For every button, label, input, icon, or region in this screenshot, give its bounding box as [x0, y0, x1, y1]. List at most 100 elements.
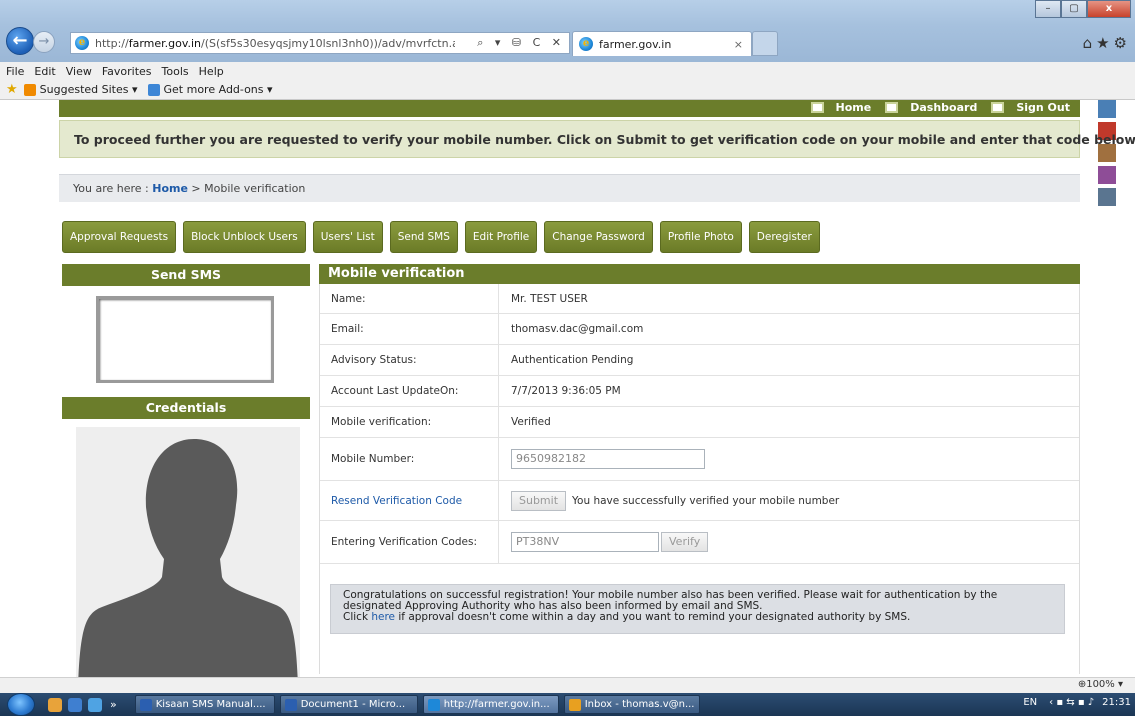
- tab-close-icon[interactable]: ×: [734, 38, 743, 51]
- row-label: Account Last UpdateOn:: [320, 376, 499, 406]
- row-value: Mr. TEST USER: [511, 292, 588, 305]
- breadcrumb-home-link[interactable]: Home: [152, 182, 188, 195]
- mobile-number-label: Mobile Number:: [320, 438, 499, 480]
- verification-code-field[interactable]: PT38NV: [511, 532, 659, 552]
- home-icon: [810, 102, 824, 113]
- send-sms-box[interactable]: [96, 296, 274, 383]
- table-row: Mobile verification: Verified: [320, 407, 1079, 438]
- favorites-star-icon[interactable]: ★: [6, 82, 18, 97]
- menu-tools[interactable]: Tools: [162, 65, 189, 78]
- task-document1[interactable]: Document1 - Micro...: [279, 695, 418, 714]
- chrome-quicklaunch-icon[interactable]: [48, 697, 62, 712]
- row-value: Verified: [511, 416, 551, 428]
- table-row: Account Last UpdateOn: 7/7/2013 9:36:05 …: [320, 376, 1079, 407]
- send-sms-button[interactable]: Send SMS: [389, 221, 458, 253]
- status-bar: ⊕100% ▾: [0, 677, 1135, 693]
- tab-title: farmer.gov.in: [599, 37, 672, 51]
- task-ie-farmer[interactable]: http://farmer.gov.in...: [422, 695, 559, 714]
- details-table: Name: Mr. TEST USER Email: thomasv.dac@g…: [319, 284, 1080, 674]
- favorites-star-icon[interactable]: ★: [1096, 34, 1113, 52]
- menu-favorites[interactable]: Favorites: [102, 65, 152, 78]
- theme-swatch[interactable]: [1098, 166, 1116, 184]
- ie-icon: [427, 698, 440, 711]
- menu-edit[interactable]: Edit: [34, 65, 55, 78]
- dashboard-icon: [885, 102, 899, 113]
- deregister-button[interactable]: Deregister: [748, 221, 820, 253]
- resend-verification-link[interactable]: Resend Verification Code: [331, 495, 462, 507]
- address-tools[interactable]: ⌕ ▾ ⛁ C ✕: [477, 36, 565, 50]
- suggested-sites-link[interactable]: Suggested Sites ▾: [23, 83, 138, 96]
- approval-requests-button[interactable]: Approval Requests: [62, 221, 177, 253]
- get-addons-link[interactable]: Get more Add-ons ▾: [147, 83, 273, 96]
- explorer-quicklaunch-icon[interactable]: [68, 697, 82, 712]
- theme-swatches: [1098, 100, 1116, 210]
- row-label: Mobile verification:: [320, 407, 499, 437]
- mobile-number-field[interactable]: 9650982182: [511, 449, 705, 469]
- new-tab-button[interactable]: [752, 31, 778, 56]
- table-row: Name: Mr. TEST USER: [320, 284, 1079, 314]
- menu-file[interactable]: File: [6, 65, 24, 78]
- panel-title: Mobile verification: [319, 264, 1080, 284]
- send-sms-heading: Send SMS: [62, 264, 310, 286]
- windows-taskbar: » Kisaan SMS Manual.... Document1 - Micr…: [0, 693, 1135, 716]
- task-kisaan-manual[interactable]: Kisaan SMS Manual....: [134, 695, 275, 714]
- clock[interactable]: 21:31: [1102, 697, 1131, 708]
- language-indicator[interactable]: EN: [1023, 697, 1037, 708]
- row-label: Advisory Status:: [320, 345, 499, 375]
- tray-icons[interactable]: ‹ ▪ ⇆ ▪ ♪: [1049, 697, 1094, 708]
- left-column: Send SMS Credentials: [62, 264, 310, 677]
- edit-profile-button[interactable]: Edit Profile: [464, 221, 538, 253]
- zoom-icon: ⊕: [1077, 679, 1087, 690]
- nav-signout[interactable]: Sign Out: [991, 101, 1070, 114]
- back-button[interactable]: ←: [6, 27, 34, 55]
- zoom-level[interactable]: ⊕100% ▾: [1078, 679, 1123, 690]
- task-outlook-inbox[interactable]: Inbox - thomas.v@n...: [563, 695, 700, 714]
- theme-swatch[interactable]: [1098, 100, 1116, 118]
- codes-row: Entering Verification Codes: PT38NV Veri…: [320, 521, 1079, 564]
- verify-button[interactable]: Verify: [661, 532, 709, 552]
- codes-label: Entering Verification Codes:: [320, 521, 499, 563]
- maximize-button[interactable]: ▢: [1061, 0, 1087, 18]
- change-password-button[interactable]: Change Password: [544, 221, 653, 253]
- remind-authority-link[interactable]: here: [371, 611, 395, 623]
- home-icon[interactable]: ⌂: [1083, 34, 1097, 52]
- browser-titlebar: ← → e http://farmer.gov.in/(S(sf5s30esyq…: [0, 0, 1135, 62]
- breadcrumb-current: Mobile verification: [204, 182, 306, 195]
- ie-page-icon: e: [75, 36, 89, 50]
- suggested-sites-icon: [23, 83, 36, 96]
- menu-help[interactable]: Help: [199, 65, 224, 78]
- row-value: thomasv.dac@gmail.com: [511, 323, 644, 335]
- window-controls: – ▢ x: [1035, 0, 1131, 18]
- tab-farmer[interactable]: e farmer.gov.in ×: [572, 31, 752, 56]
- word-icon: [139, 698, 152, 711]
- minimize-button[interactable]: –: [1035, 0, 1061, 18]
- signout-icon: [991, 102, 1005, 113]
- menu-view[interactable]: View: [66, 65, 92, 78]
- row-label: Email:: [320, 314, 499, 344]
- row-value: Authentication Pending: [511, 354, 634, 366]
- congratulations-message: Congratulations on successful registrati…: [330, 584, 1065, 634]
- chrome-icons: ⌂★⚙: [1083, 34, 1131, 52]
- nav-home[interactable]: Home: [810, 101, 871, 114]
- url-text: http://farmer.gov.in/(S(sf5s30esyqsjmy10…: [95, 36, 455, 50]
- theme-swatch[interactable]: [1098, 188, 1116, 206]
- profile-photo-button[interactable]: Profile Photo: [659, 221, 742, 253]
- users-list-button[interactable]: Users' List: [312, 221, 383, 253]
- system-tray: EN ‹ ▪ ⇆ ▪ ♪ 21:31: [1023, 697, 1131, 708]
- submit-button[interactable]: Submit: [511, 490, 567, 511]
- credentials-heading: Credentials: [62, 397, 310, 419]
- block-unblock-users-button[interactable]: Block Unblock Users: [183, 221, 306, 253]
- windows-orb-icon: [7, 693, 35, 716]
- nav-dashboard[interactable]: Dashboard: [885, 101, 977, 114]
- gear-icon[interactable]: ⚙: [1114, 34, 1131, 52]
- address-bar[interactable]: e http://farmer.gov.in/(S(sf5s30esyqsjmy…: [70, 32, 570, 54]
- taskbar-overflow[interactable]: »: [110, 698, 117, 711]
- app-quicklaunch-icon[interactable]: [88, 697, 102, 712]
- start-button[interactable]: [0, 693, 42, 716]
- row-value: 7/7/2013 9:36:05 PM: [511, 385, 621, 397]
- breadcrumb: You are here : Home > Mobile verificatio…: [59, 174, 1080, 202]
- page-viewport: Home Dashboard Sign Out To proceed furth…: [0, 100, 1135, 677]
- close-window-button[interactable]: x: [1087, 0, 1131, 18]
- row-label: Name:: [320, 284, 499, 313]
- forward-button[interactable]: →: [33, 31, 55, 53]
